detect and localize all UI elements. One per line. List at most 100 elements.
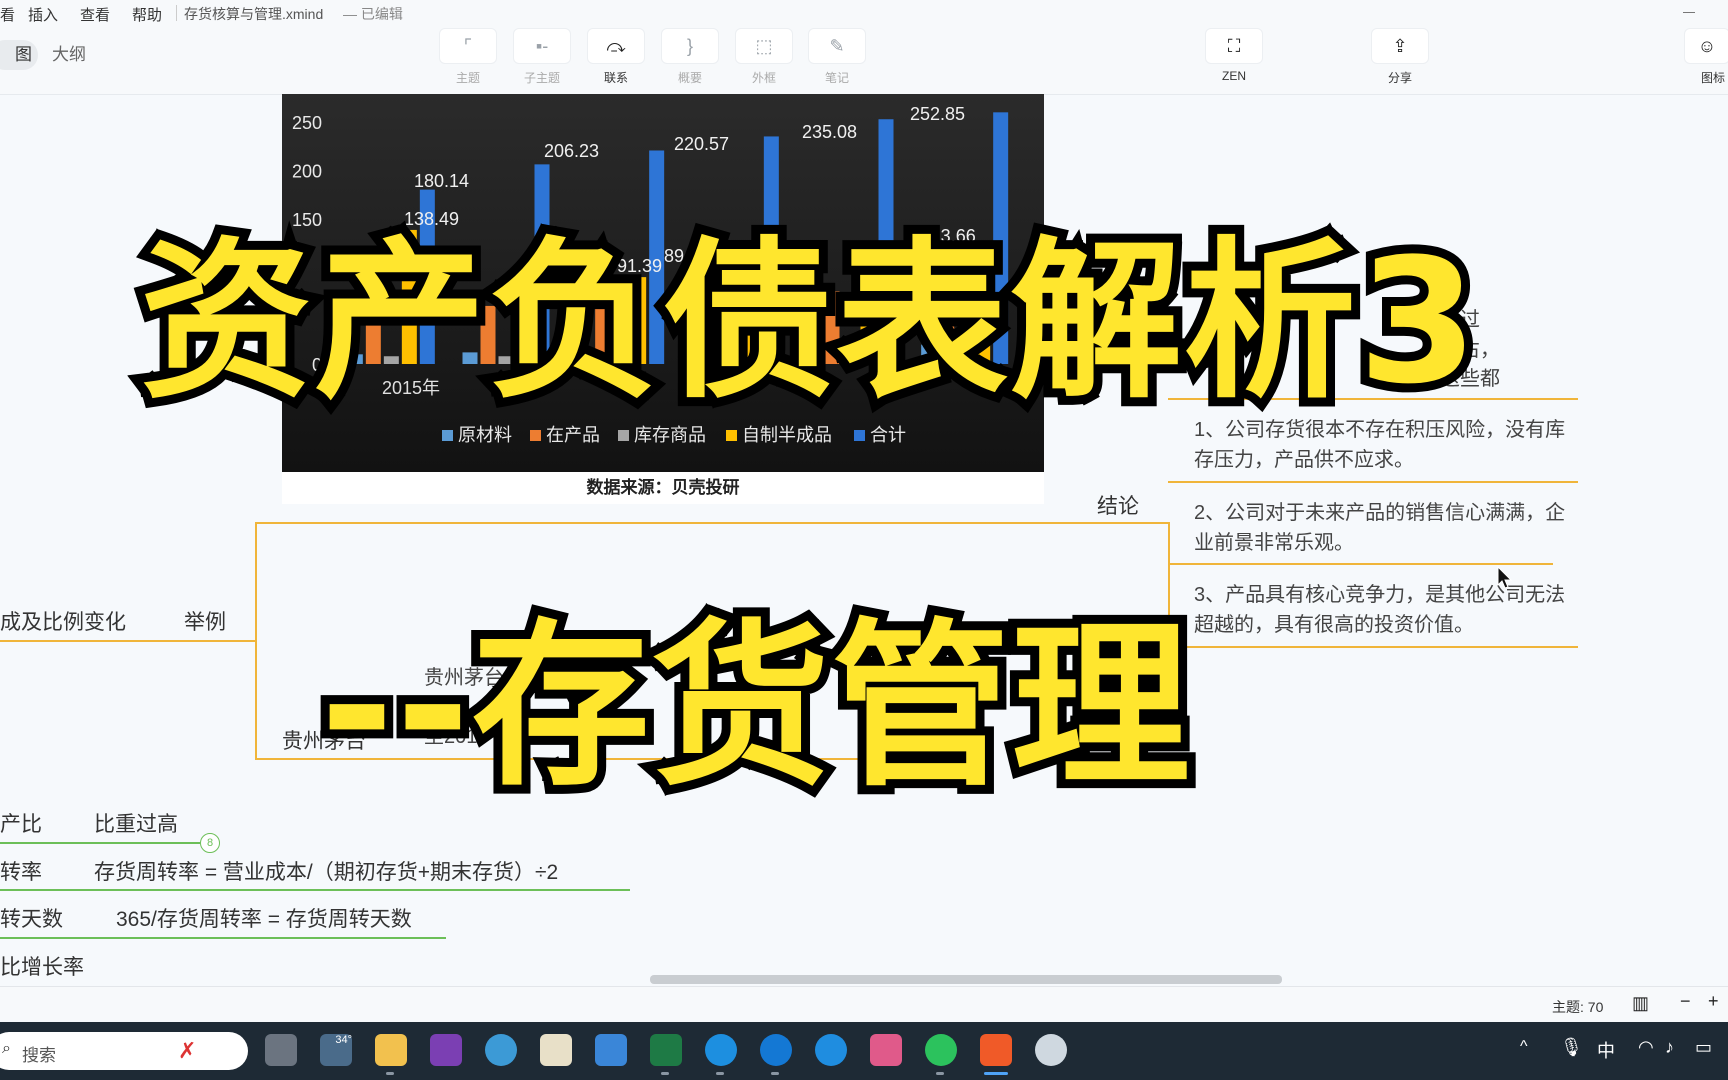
task-view-icon[interactable] — [265, 1034, 297, 1066]
tab-outline[interactable]: 大纲 — [52, 40, 86, 70]
relationship-button[interactable]: ⤼ 联系 — [587, 28, 645, 86]
connector-example — [0, 640, 255, 642]
ime-indicator[interactable]: 中 — [1597, 1037, 1615, 1063]
kugou-icon[interactable] — [815, 1034, 847, 1066]
zoom-in-button[interactable]: + — [1708, 991, 1719, 1012]
summary-icon: } — [661, 28, 719, 64]
tab-map-label: 图 — [15, 45, 32, 64]
overlay-title: 资产负债表解析3 — [131, 213, 1487, 431]
connector-example-branch — [255, 522, 257, 760]
active-indicator — [984, 1072, 1008, 1075]
growth-rate-node[interactable]: 比增长率 — [0, 951, 84, 981]
onenote-icon[interactable] — [430, 1034, 462, 1066]
example-node[interactable]: 举例 — [184, 606, 226, 636]
search-icon: ⌕ — [2, 1040, 11, 1057]
smiley-icon: ☺ — [1684, 28, 1728, 64]
qq-browser-icon[interactable] — [705, 1034, 737, 1066]
y-tick-label: 200 — [292, 161, 322, 181]
turnover-days-formula-node[interactable]: 365/存货周转率 = 存货周转天数 — [116, 903, 412, 933]
legend-label: 合计 — [870, 425, 906, 445]
share-label: 分享 — [1387, 71, 1412, 85]
toolbar: 图 大纲 ⌜ 主题 ▪- 子主题 ⤼ 联系 } 概要 ⬚ 外框 ✎ 笔记 ⛶ Z… — [0, 26, 1728, 95]
file-status: — 已编辑 — [343, 6, 403, 22]
tab-map[interactable]: 图 — [0, 40, 38, 70]
share-icon: ⇪ — [1371, 28, 1429, 64]
legend-swatch — [442, 430, 453, 441]
note-button[interactable]: ✎ 笔记 — [808, 28, 866, 86]
fullscreen-icon: ⛶ — [1205, 28, 1263, 64]
conclusion-underline-3 — [1168, 646, 1578, 648]
weather-icon[interactable]: 34° — [320, 1034, 352, 1066]
taskbar-search[interactable]: ⌕ 搜索 ✗ — [0, 1032, 248, 1070]
boundary-icon: ⬚ — [735, 28, 793, 64]
file-explorer-icon[interactable] — [375, 1034, 407, 1066]
volume-icon[interactable]: ♪ — [1665, 1037, 1674, 1058]
connector-conclusion — [255, 522, 1168, 524]
menu-view[interactable]: 查看 — [80, 4, 110, 25]
conclusion-underline-1 — [1168, 481, 1578, 483]
settings-icon[interactable] — [1035, 1034, 1067, 1066]
conclusion-item-1[interactable]: 1、公司存货很本不存在积压风险，没有库存压力，产品供不应求。 — [1194, 415, 1574, 475]
ratio-too-high-node[interactable]: 比重过高 — [94, 808, 178, 838]
ratio-node[interactable]: 产比 — [0, 808, 42, 838]
menu-view-partial[interactable]: 看 — [0, 4, 15, 25]
share-button[interactable]: ⇪ 分享 — [1371, 28, 1429, 86]
boundary-button[interactable]: ⬚ 外框 — [735, 28, 793, 86]
turnover-days-node[interactable]: 转天数 — [0, 903, 63, 933]
microphone-icon[interactable]: 🎙 — [1560, 1037, 1583, 1058]
running-indicator — [716, 1072, 724, 1075]
subtopic-label: 子主题 — [523, 71, 560, 85]
zoom-out-button[interactable]: − — [1680, 991, 1691, 1012]
relationship-label: 联系 — [603, 71, 628, 85]
notepad-icon[interactable] — [595, 1034, 627, 1066]
subtopic-icon: ▪- — [513, 28, 571, 64]
legend-swatch — [854, 430, 865, 441]
qq-icon[interactable] — [760, 1034, 792, 1066]
horizontal-scrollbar[interactable] — [650, 975, 1282, 984]
running-indicator — [771, 1072, 779, 1075]
tab-outline-label: 大纲 — [52, 45, 86, 64]
conclusion-label[interactable]: 结论 — [1097, 490, 1139, 520]
browser-icon[interactable] — [485, 1034, 517, 1066]
subtopic-button[interactable]: ▪- 子主题 — [513, 28, 571, 86]
conclusion-item-3[interactable]: 3、产品具有核心竞争力，是其他公司无法超越的，具有很高的投资价值。 — [1194, 580, 1574, 640]
conclusion-item-2[interactable]: 2、公司对于未来产品的销售信心满满，企业前景非常乐观。 — [1194, 498, 1574, 558]
icon-panel-button[interactable]: ☺ 图标 — [1684, 28, 1728, 86]
wechat-icon[interactable] — [925, 1034, 957, 1066]
tray-expand-icon[interactable]: ^ — [1520, 1038, 1528, 1056]
composition-node[interactable]: 成及比例变化 — [0, 606, 126, 636]
legend-label: 原材料 — [458, 425, 512, 445]
map-view-icon[interactable]: ▥ — [1632, 993, 1649, 1014]
collapse-badge[interactable]: 8 — [200, 833, 220, 853]
xmind-icon[interactable] — [980, 1034, 1012, 1066]
excel-icon[interactable] — [650, 1034, 682, 1066]
data-label: 206.23 — [544, 141, 599, 161]
topic-label: 主题 — [455, 71, 480, 85]
minimize-icon[interactable] — [1683, 12, 1695, 13]
menu-help[interactable]: 帮助 — [132, 4, 162, 25]
turnover-days-underline — [0, 937, 446, 939]
photos-icon[interactable] — [870, 1034, 902, 1066]
battery-icon[interactable]: ▭ — [1695, 1037, 1712, 1058]
topic-icon: ⌜ — [439, 28, 497, 64]
menu-divider — [176, 5, 177, 21]
summary-label: 概要 — [677, 71, 702, 85]
legend-swatch — [618, 430, 629, 441]
legend-swatch — [726, 430, 737, 441]
turnover-node[interactable]: 转率 — [0, 856, 42, 886]
data-label: 235.08 — [802, 122, 857, 142]
file-title: 存货核算与管理.xmind — [184, 6, 324, 22]
editor-icon[interactable] — [540, 1034, 572, 1066]
legend-swatch — [530, 430, 541, 441]
zen-button[interactable]: ⛶ ZEN — [1205, 28, 1263, 83]
relationship-icon: ⤼ — [587, 28, 645, 64]
topic-button[interactable]: ⌜ 主题 — [439, 28, 497, 86]
menu-insert[interactable]: 插入 — [28, 4, 58, 25]
turnover-formula-node[interactable]: 存货周转率 = 营业成本/（期初存货+期末存货）÷2 — [94, 856, 558, 886]
wifi-icon[interactable]: ◠ — [1638, 1037, 1654, 1058]
summary-button[interactable]: } 概要 — [661, 28, 719, 86]
running-indicator — [936, 1072, 944, 1075]
running-indicator — [661, 1072, 669, 1075]
ratio-underline — [0, 842, 200, 844]
zen-label: ZEN — [1222, 69, 1246, 83]
